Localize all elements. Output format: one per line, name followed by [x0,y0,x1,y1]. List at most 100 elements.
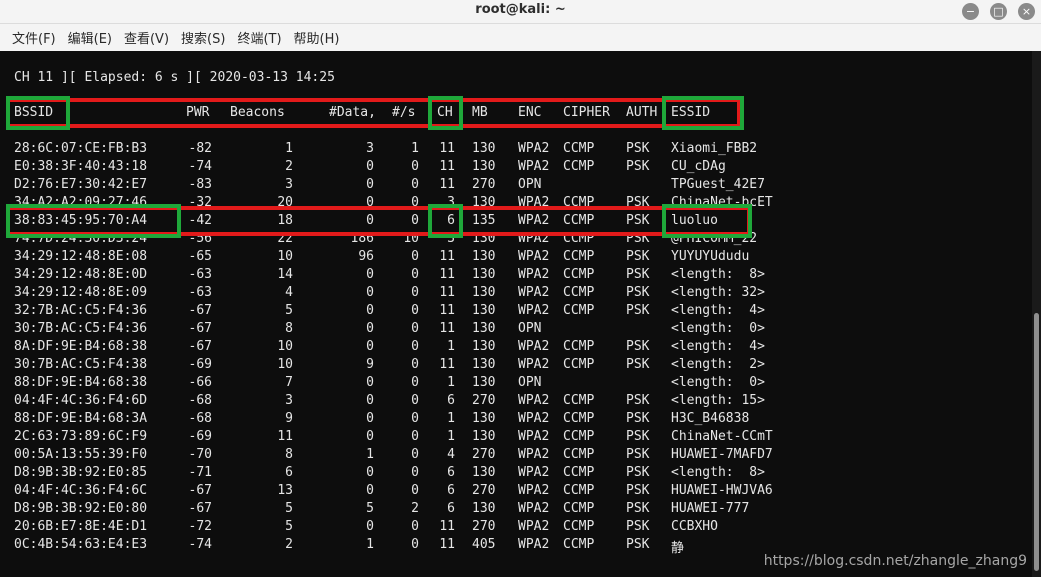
cell-ch: 6 [447,393,455,408]
cell-data: 186 [350,231,374,246]
cell-data: 0 [366,195,374,210]
cell-rate: 0 [411,429,419,444]
cell-mb: 130 [472,465,496,480]
cell-beacons: 7 [285,375,293,390]
menu-edit[interactable]: 编辑(E) [68,28,112,47]
cell-data: 96 [358,249,374,264]
cell-enc: WPA2 [518,213,550,228]
cell-ch: 11 [439,267,455,282]
cell-beacons: 1 [285,141,293,156]
cell-enc: WPA2 [518,519,550,534]
cell-auth: PSK [626,393,650,408]
cell-bssid: 00:5A:13:55:39:F0 [14,447,148,462]
cell-bssid: 34:29:12:48:8E:08 [14,249,148,264]
cell-rate: 0 [411,339,419,354]
status-line: CH 11 ][ Elapsed: 6 s ][ 2020-03-13 14:2… [14,70,335,85]
cell-ch: 11 [439,159,455,174]
cell-enc: WPA2 [518,429,550,444]
close-button[interactable]: × [1018,3,1035,20]
cell-bssid: 32:7B:AC:C5:F4:36 [14,303,148,318]
cell-mb: 130 [472,267,496,282]
scrollbar-thumb[interactable] [1034,313,1039,571]
cell-rate: 0 [411,159,419,174]
cell-beacons: 10 [277,249,293,264]
menu-help[interactable]: 帮助(H) [294,28,340,47]
cell-cipher: CCMP [563,393,595,408]
cell-cipher: CCMP [563,213,595,228]
cell-mb: 270 [472,177,496,192]
menu-terminal[interactable]: 终端(T) [237,28,281,47]
window-titlebar[interactable]: root@kali: ~ − □ × [0,0,1041,24]
cell-beacons: 22 [277,231,293,246]
cell-cipher: CCMP [563,465,595,480]
cell-beacons: 3 [285,177,293,192]
cell-pwr: -56 [188,231,212,246]
cell-auth: PSK [626,303,650,318]
menubar: 文件(F) 编辑(E) 查看(V) 搜索(S) 终端(T) 帮助(H) [0,24,1041,51]
cell-mb: 130 [472,195,496,210]
cell-beacons: 2 [285,537,293,552]
cell-rate: 0 [411,465,419,480]
cell-data: 0 [366,339,374,354]
cell-essid: <length: 0> [671,321,765,336]
cell-rate: 0 [411,537,419,552]
cell-enc: WPA2 [518,141,550,156]
cell-ch: 6 [447,501,455,516]
header-enc: ENC [518,105,542,120]
cell-auth: PSK [626,339,650,354]
cell-rate: 0 [411,303,419,318]
minimize-button[interactable]: − [962,3,979,20]
terminal-scrollbar[interactable] [1032,51,1041,577]
cell-enc: WPA2 [518,465,550,480]
cell-data: 0 [366,159,374,174]
cell-rate: 0 [411,177,419,192]
cell-data: 0 [366,267,374,282]
cell-essid: CCBXHO [671,519,718,534]
cell-bssid: 04:4F:4C:36:F4:6C [14,483,148,498]
cell-beacons: 10 [277,357,293,372]
watermark-text: https://blog.csdn.net/zhangle_zhang9 [763,553,1027,569]
maximize-button[interactable]: □ [990,3,1007,20]
cell-pwr: -70 [188,447,212,462]
cell-essid: <length: 8> [671,465,765,480]
cell-bssid: 88:DF:9E:B4:68:38 [14,375,148,390]
cell-enc: WPA2 [518,483,550,498]
cell-essid: Xiaomi_FBB2 [671,141,758,156]
cell-rate: 0 [411,195,419,210]
cell-essid: YUYUYUdudu [671,249,750,264]
cell-pwr: -68 [188,411,212,426]
cell-auth: PSK [626,447,650,462]
cell-pwr: -67 [188,483,212,498]
cell-data: 0 [366,285,374,300]
cell-bssid: D8:9B:3B:92:E0:80 [14,501,148,516]
cell-rate: 1 [411,141,419,156]
cell-ch: 11 [439,537,455,552]
cell-essid: H3C_B46838 [671,411,750,426]
cell-mb: 130 [472,501,496,516]
cell-data: 0 [366,519,374,534]
cell-ch: 1 [447,429,455,444]
cell-bssid: 38:83:45:95:70:A4 [14,213,148,228]
cell-ch: 11 [439,357,455,372]
cell-cipher: CCMP [563,303,595,318]
cell-pwr: -63 [188,285,212,300]
menu-view[interactable]: 查看(V) [124,28,169,47]
cell-auth: PSK [626,249,650,264]
header-beacons: Beacons [230,105,285,120]
terminal-output[interactable]: CH 11 ][ Elapsed: 6 s ][ 2020-03-13 14:2… [0,51,1032,577]
cell-bssid: 20:6B:E7:8E:4E:D1 [14,519,148,534]
cell-enc: WPA2 [518,303,550,318]
cell-bssid: 74:7D:24:30:D3:24 [14,231,148,246]
menu-search[interactable]: 搜索(S) [181,28,225,47]
cell-auth: PSK [626,213,650,228]
cell-mb: 130 [472,357,496,372]
cell-enc: WPA2 [518,231,550,246]
cell-pwr: -82 [188,141,212,156]
cell-enc: WPA2 [518,249,550,264]
menu-file[interactable]: 文件(F) [12,28,56,47]
cell-data: 0 [366,321,374,336]
cell-enc: WPA2 [518,339,550,354]
cell-enc: OPN [518,177,542,192]
cell-ch: 3 [447,195,455,210]
cell-data: 0 [366,429,374,444]
